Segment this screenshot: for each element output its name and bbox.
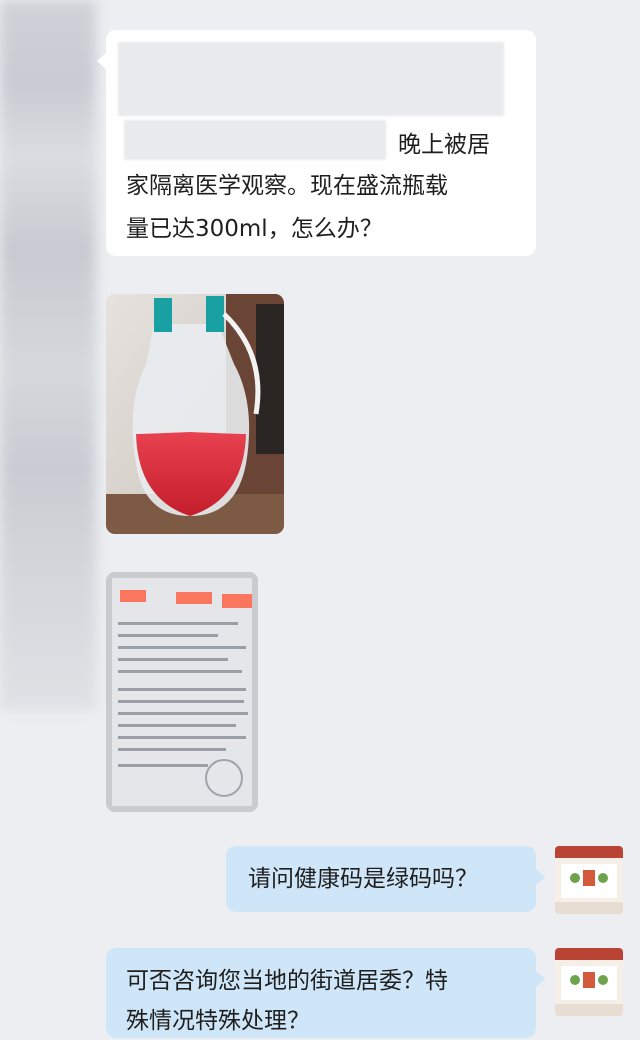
incoming-message-bubble[interactable]: 晚上被居 家隔离医学观察。现在盛流瓶载 量已达300ml，怎么办？	[97, 30, 536, 256]
blurred-contact-avatars	[0, 0, 96, 710]
drainage-bottle-photo-icon	[106, 294, 284, 534]
outgoing-message-bubble[interactable]: 可否咨询您当地的街道居委？特 殊情况特殊处理？	[106, 948, 545, 1038]
outgoing-message-bubble[interactable]: 请问健康码是绿码吗？	[226, 846, 545, 912]
message-text-line: 量已达300ml，怎么办？	[126, 216, 383, 242]
user-avatar[interactable]	[555, 948, 623, 1016]
redacted-text-block	[118, 42, 504, 116]
drainage-bottle-photo[interactable]	[106, 294, 284, 534]
message-text-line: 家隔离医学观察。现在盛流瓶载	[126, 173, 448, 199]
message-text-line: 可否咨询您当地的街道居委？特	[126, 968, 448, 994]
message-text: 请问健康码是绿码吗？	[248, 866, 478, 892]
medical-document-photo[interactable]	[106, 572, 258, 812]
user-avatar-icon	[555, 948, 623, 1016]
message-text-line: 晚上被居	[398, 132, 490, 158]
user-avatar-icon	[555, 846, 623, 914]
message-text-line: 殊情况特殊处理？	[126, 1008, 310, 1034]
medical-document-photo-icon	[106, 572, 258, 812]
user-avatar[interactable]	[555, 846, 623, 914]
redacted-text-block	[124, 120, 386, 160]
